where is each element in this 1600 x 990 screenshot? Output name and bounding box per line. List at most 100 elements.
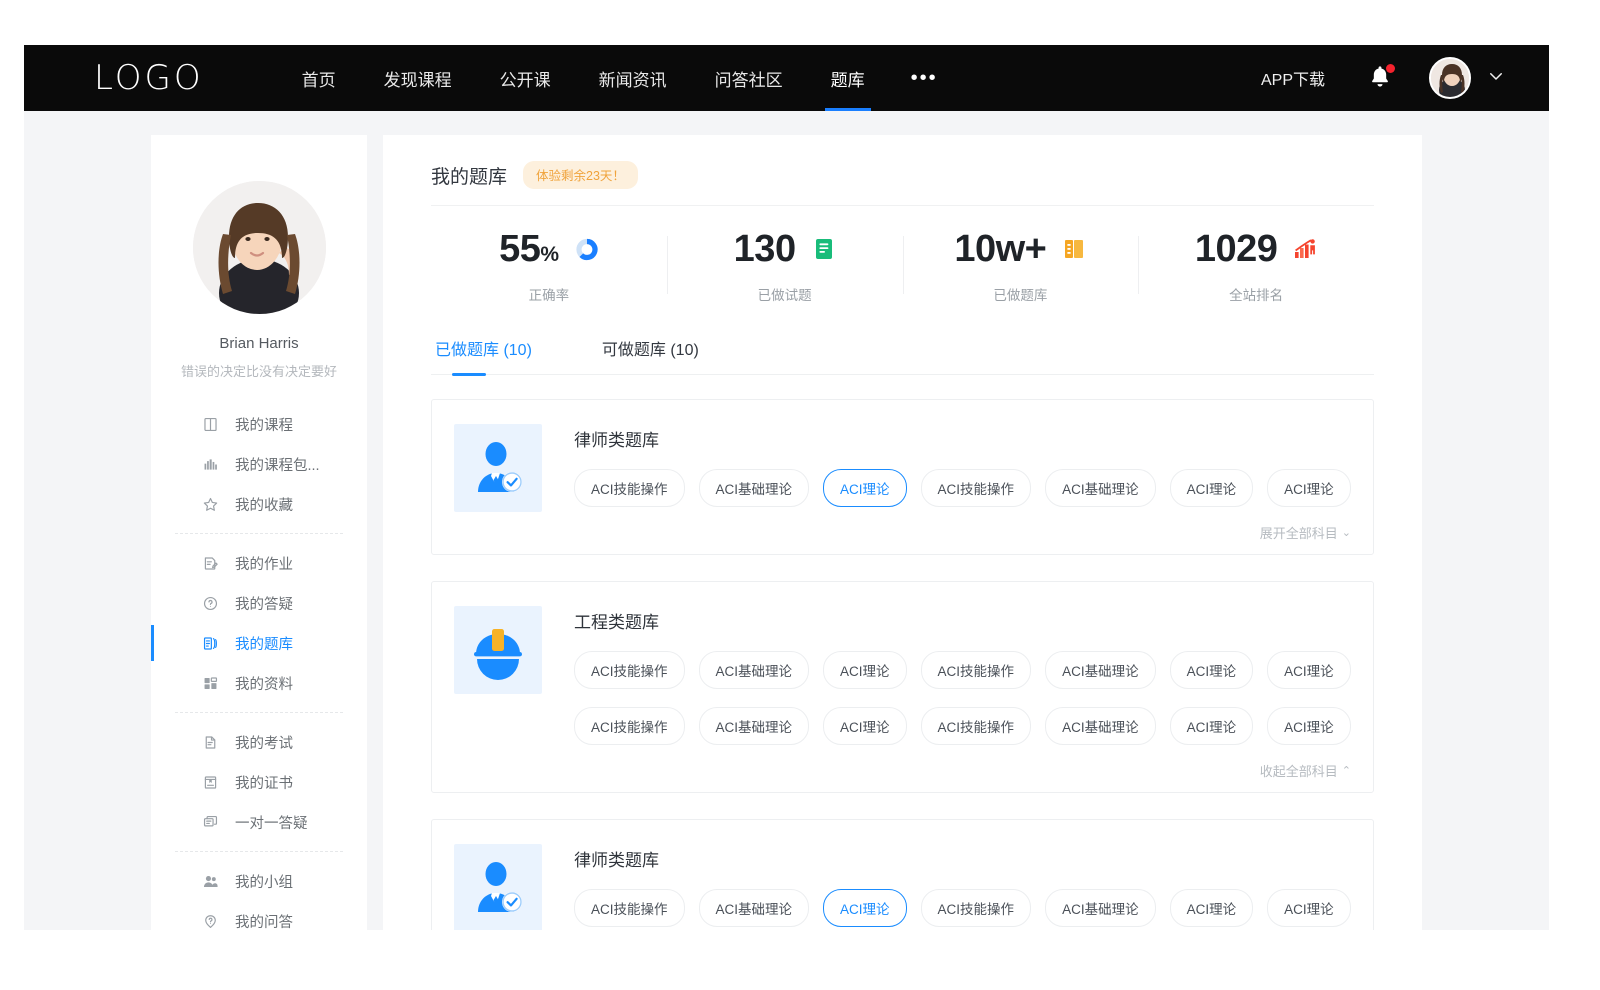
sidebar-item-10[interactable]: 我的证书	[151, 762, 367, 802]
sidebar-item-label: 我的问答	[235, 911, 293, 931]
sidebar-item-9[interactable]: 我的考试	[151, 722, 367, 762]
subject-tag-row: ACI技能操作 ACI基础理论 ACI理论 ACI技能操作 ACI基础理论 ACI理论 AC…	[574, 889, 1351, 927]
sidebar-item-label: 我的资料	[235, 673, 293, 694]
stat-value-row: 55%	[499, 230, 598, 268]
lawyer-avatar-icon	[454, 424, 542, 512]
question-bank-card[interactable]: 律师类题库ACI技能操作ACI基础理论ACI理论ACI技能操作ACI基础理论AC…	[431, 819, 1374, 930]
subject-tag[interactable]: ACI技能操作	[921, 707, 1032, 745]
subject-tag[interactable]: ACI技能操作	[921, 469, 1032, 507]
nav-item-4[interactable]: 新闻资讯	[575, 45, 691, 111]
sidebar-item-2[interactable]: 我的收藏	[151, 484, 367, 524]
card-footer: 收起全部科目⌃	[574, 761, 1351, 780]
sidebar-menu: 我的课程我的课程包...我的收藏我的作业我的答疑我的题库我的资料我的考试我的证书…	[151, 404, 367, 930]
subject-tag[interactable]: ACI技能操作	[921, 651, 1032, 689]
card-body: 律师类题库ACI技能操作ACI基础理论ACI理论ACI技能操作ACI基础理论AC…	[574, 844, 1351, 930]
chevron-up-icon: ⌃	[1342, 764, 1351, 777]
page-title: 我的题库	[431, 162, 507, 189]
sidebar-item-5[interactable]: 我的答疑	[151, 583, 367, 623]
qa-pin-icon	[201, 912, 219, 930]
question-bank-card[interactable]: 工程类题库 ACI技能操作 ACI基础理论 ACI理论 ACI技能操作 ACI基础理论 AC…	[431, 581, 1374, 793]
subject-tag[interactable]: ACI理论	[1267, 469, 1351, 507]
sidebar-item-1[interactable]: 我的课程包...	[151, 444, 367, 484]
sidebar-item-14[interactable]: 我的问答	[151, 901, 367, 930]
question-icon	[201, 594, 219, 612]
subject-tag[interactable]: ACI技能操作	[574, 707, 685, 745]
profile-avatar[interactable]	[193, 181, 326, 314]
app-download-link[interactable]: APP下载	[1261, 66, 1325, 90]
subject-tag[interactable]: ACI基础理论	[1045, 889, 1156, 927]
user-avatar[interactable]	[1429, 57, 1471, 99]
question-bank-card[interactable]: 律师类题库ACI技能操作ACI基础理论ACI理论ACI技能操作ACI基础理论AC…	[431, 399, 1374, 555]
subject-tag[interactable]: ACI基础理论	[1045, 651, 1156, 689]
user-menu-caret[interactable]	[1487, 67, 1505, 90]
subject-tag[interactable]: ACI基础理论	[699, 469, 810, 507]
nav-item-3[interactable]: 公开课	[476, 45, 575, 111]
nav-item-2[interactable]: 发现课程	[360, 45, 476, 111]
donut-progress-icon	[575, 237, 599, 262]
subject-tag[interactable]: ACI理论	[1170, 707, 1254, 745]
stat-card-2: 130 已做试题	[667, 230, 903, 304]
tab-1[interactable]: 已做题库 (10)	[431, 336, 536, 374]
sidebar-item-7[interactable]: 我的资料	[151, 663, 367, 703]
stat-value-row: 10w+	[954, 230, 1086, 268]
question-bank-icon	[201, 634, 219, 652]
stat-card-1: 55% 正确率	[431, 230, 667, 304]
sidebar-item-label: 我的作业	[235, 553, 293, 574]
lawyer-avatar-icon	[466, 436, 530, 500]
card-body: 律师类题库ACI技能操作ACI基础理论ACI理论ACI技能操作ACI基础理论AC…	[574, 424, 1351, 542]
subject-tag[interactable]: ACI理论	[823, 651, 907, 689]
orange-book-icon	[1062, 237, 1086, 261]
site-logo[interactable]: LOGO	[94, 58, 204, 98]
exam-icon	[201, 733, 219, 751]
green-book-icon	[813, 237, 835, 261]
subject-tag[interactable]: ACI理论	[1170, 469, 1254, 507]
top-nav-right: APP下载	[1261, 57, 1549, 99]
tab-label: 已做题库 (10)	[435, 342, 532, 359]
subject-tag[interactable]: ACI基础理论	[1045, 469, 1156, 507]
green-book-icon	[812, 237, 836, 261]
subject-tag[interactable]: ACI基础理论	[699, 889, 810, 927]
subject-tag[interactable]: ACI理论	[1267, 707, 1351, 745]
sidebar-item-13[interactable]: 我的小组	[151, 861, 367, 901]
sidebar-item-label: 我的课程	[235, 414, 293, 435]
stat-value: 1029	[1195, 230, 1278, 268]
notification-bell-button[interactable]	[1367, 64, 1395, 92]
stat-value-row: 1029	[1195, 230, 1318, 268]
subject-tag[interactable]: ACI理论	[1267, 651, 1351, 689]
nav-item-5[interactable]: 问答社区	[691, 45, 807, 111]
main-panel: 我的题库 体验剩余23天！ 55% 正确率130 已做试题10w+ 已做题库10…	[383, 135, 1422, 930]
sidebar-item-4[interactable]: 我的作业	[151, 543, 367, 583]
sidebar-item-11[interactable]: 一对一答疑	[151, 802, 367, 842]
nav-item-label: 新闻资讯	[599, 66, 667, 91]
stat-value: 55%	[499, 230, 558, 268]
subject-tag[interactable]: ACI技能操作	[574, 889, 685, 927]
nav-item-1[interactable]: 首页	[278, 45, 360, 111]
subject-tag[interactable]: ACI技能操作	[574, 651, 685, 689]
subject-tag[interactable]: ACI理论	[1170, 889, 1254, 927]
nav-item-label: 题库	[831, 66, 865, 91]
subject-tag[interactable]: ACI基础理论	[699, 651, 810, 689]
subject-tag[interactable]: ACI基础理论	[699, 707, 810, 745]
subject-tag[interactable]: ACI技能操作	[921, 889, 1032, 927]
subject-tag[interactable]: ACI理论	[1170, 651, 1254, 689]
sidebar-item-label: 我的证书	[235, 772, 293, 793]
sidebar-divider	[175, 712, 343, 713]
subject-tag[interactable]: ACI理论	[823, 469, 907, 507]
sidebar-item-0[interactable]: 我的课程	[151, 404, 367, 444]
sidebar-divider	[175, 533, 343, 534]
hard-hat-icon	[454, 606, 542, 694]
subject-tag[interactable]: ACI理论	[1267, 889, 1351, 927]
subject-tag[interactable]: ACI基础理论	[1045, 707, 1156, 745]
toggle-subjects-link[interactable]: 展开全部科目⌄	[1260, 523, 1351, 542]
nav-item-6[interactable]: 题库	[807, 45, 889, 111]
card-title: 工程类题库	[574, 608, 1351, 633]
subject-tag[interactable]: ACI技能操作	[574, 469, 685, 507]
sidebar-item-6[interactable]: 我的题库	[151, 623, 367, 663]
tab-2[interactable]: 可做题库 (10)	[598, 336, 703, 374]
subject-tag[interactable]: ACI理论	[823, 889, 907, 927]
subject-tag[interactable]: ACI理论	[823, 707, 907, 745]
toggle-subjects-link[interactable]: 收起全部科目⌃	[1260, 761, 1351, 780]
stat-label: 全站排名	[1229, 284, 1283, 304]
sidebar-item-label: 我的考试	[235, 732, 293, 753]
nav-more-button[interactable]: •••	[889, 45, 960, 111]
